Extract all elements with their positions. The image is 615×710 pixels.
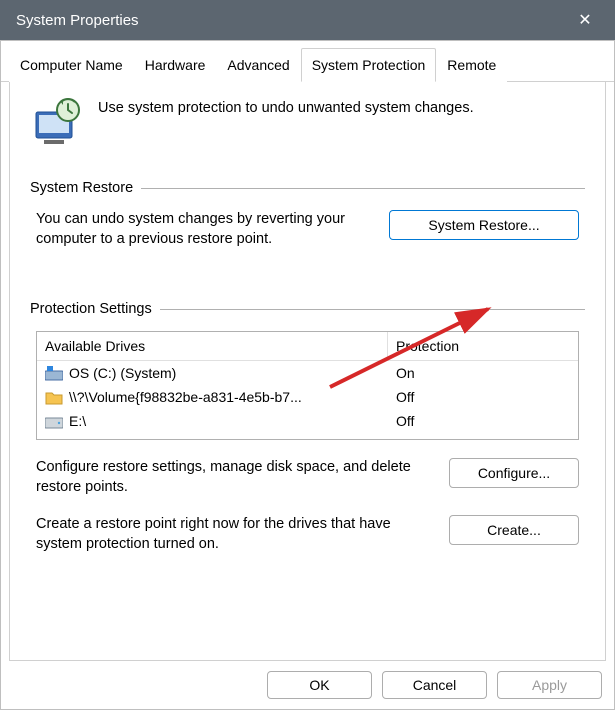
- divider: [141, 188, 585, 189]
- dialog-footer: OK Cancel Apply: [1, 661, 614, 709]
- restore-text: You can undo system changes by reverting…: [36, 210, 369, 249]
- intro-row: Use system protection to undo unwanted s…: [30, 96, 585, 150]
- configure-text: Configure restore settings, manage disk …: [36, 458, 429, 497]
- create-button[interactable]: Create...: [449, 515, 579, 545]
- system-protection-icon: [30, 96, 84, 150]
- dialog-body: Computer Name Hardware Advanced System P…: [0, 40, 615, 710]
- intro-text: Use system protection to undo unwanted s…: [98, 96, 474, 116]
- folder-icon: [45, 390, 63, 405]
- tab-remote[interactable]: Remote: [436, 48, 507, 82]
- col-protection[interactable]: Protection: [388, 332, 578, 360]
- tabpane-system-protection: Use system protection to undo unwanted s…: [9, 82, 606, 661]
- ok-button[interactable]: OK: [267, 671, 372, 699]
- drives-table: Available Drives Protection OS (C:) (Sys…: [36, 331, 579, 440]
- table-row[interactable]: \\?\Volume{f98832be-a831-4e5b-b7... Off: [37, 385, 578, 409]
- drive-protection: On: [388, 361, 578, 385]
- create-text: Create a restore point right now for the…: [36, 515, 429, 554]
- table-row[interactable]: OS (C:) (System) On: [37, 361, 578, 385]
- group-header: Protection Settings: [30, 301, 585, 317]
- drive-protection: Off: [388, 409, 578, 433]
- group-system-restore: System Restore You can undo system chang…: [30, 180, 585, 249]
- titlebar: System Properties ✕: [0, 0, 615, 40]
- drive-protection: Off: [388, 385, 578, 409]
- divider: [160, 309, 585, 310]
- window-title: System Properties: [16, 12, 139, 29]
- group-header: System Restore: [30, 180, 585, 196]
- system-restore-button[interactable]: System Restore...: [389, 210, 579, 240]
- col-available-drives[interactable]: Available Drives: [37, 332, 388, 360]
- drives-header: Available Drives Protection: [37, 332, 578, 361]
- apply-button[interactable]: Apply: [497, 671, 602, 699]
- cancel-button[interactable]: Cancel: [382, 671, 487, 699]
- close-icon[interactable]: ✕: [567, 10, 603, 30]
- drive-name: \\?\Volume{f98832be-a831-4e5b-b7...: [69, 389, 302, 405]
- drive-name: OS (C:) (System): [69, 365, 176, 381]
- table-row[interactable]: E:\ Off: [37, 409, 578, 439]
- configure-button[interactable]: Configure...: [449, 458, 579, 488]
- tab-hardware[interactable]: Hardware: [134, 48, 217, 82]
- tab-advanced[interactable]: Advanced: [216, 48, 300, 82]
- group-title: Protection Settings: [30, 301, 152, 317]
- group-title: System Restore: [30, 180, 133, 196]
- tab-computer-name[interactable]: Computer Name: [9, 48, 134, 82]
- tab-system-protection[interactable]: System Protection: [301, 48, 437, 82]
- hdd-drive-icon: [45, 414, 63, 429]
- tabs: Computer Name Hardware Advanced System P…: [1, 41, 614, 82]
- drive-name: E:\: [69, 413, 86, 429]
- group-protection-settings: Protection Settings Available Drives Pro…: [30, 301, 585, 554]
- ssd-drive-icon: [45, 366, 63, 381]
